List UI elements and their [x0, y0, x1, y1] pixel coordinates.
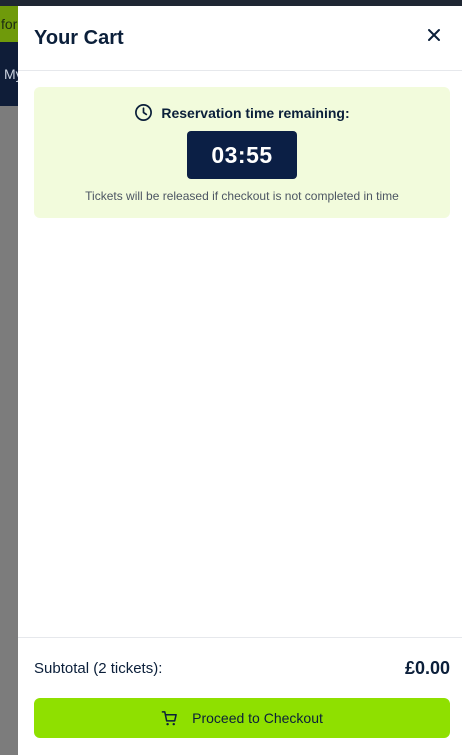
close-button[interactable] — [422, 25, 446, 49]
clock-icon — [134, 103, 153, 122]
reservation-heading: Reservation time remaining: — [34, 103, 450, 122]
background-promo-text: for — [1, 16, 18, 32]
cart-footer: Subtotal (2 tickets): £0.00 Proceed to C… — [18, 637, 462, 755]
cart-header: Your Cart — [18, 6, 462, 71]
subtotal-value: £0.00 — [404, 658, 450, 678]
cart-drawer: Your Cart Reservation time remaining: 03… — [18, 6, 462, 755]
proceed-to-checkout-button[interactable]: Proceed to Checkout — [34, 698, 450, 738]
cart-icon — [161, 710, 178, 727]
countdown-timer: 03:55 — [187, 131, 297, 179]
reservation-note: Tickets will be released if checkout is … — [85, 189, 399, 203]
reservation-timer-panel: Reservation time remaining: 03:55 Ticket… — [34, 87, 450, 218]
cart-body: Reservation time remaining: 03:55 Ticket… — [18, 71, 462, 637]
checkout-label: Proceed to Checkout — [192, 710, 323, 726]
reservation-heading-text: Reservation time remaining: — [161, 104, 350, 121]
close-icon — [427, 28, 441, 47]
subtotal-label: Subtotal (2 tickets): — [34, 660, 163, 677]
cart-title: Your Cart — [34, 27, 124, 49]
